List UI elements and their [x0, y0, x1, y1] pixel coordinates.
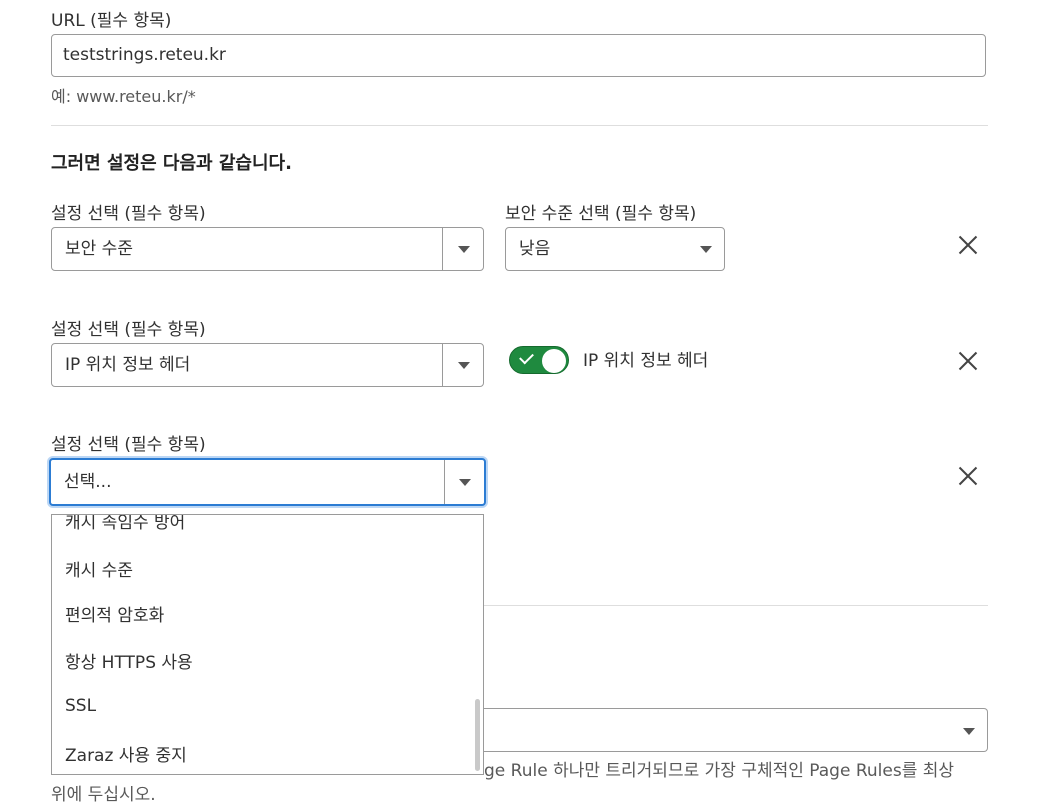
chevron-down-icon	[459, 479, 471, 486]
dropdown-scrollbar[interactable]	[475, 699, 480, 771]
setting-select-1-value: 보안 수준	[65, 239, 133, 259]
setting-select-1[interactable]: 보안 수준	[51, 227, 484, 271]
ip-geolocation-toggle[interactable]	[509, 346, 569, 374]
select-separator	[442, 228, 443, 270]
setting-options-dropdown[interactable]: 캐시 속임수 방어 캐시 수준 편의적 암호화 항상 HTTPS 사용 SSL …	[51, 514, 484, 775]
check-icon	[519, 349, 534, 365]
settings-heading: 그러면 설정은 다음과 같습니다.	[51, 153, 292, 174]
url-label: URL (필수 항목)	[51, 11, 172, 31]
partially-hidden-select[interactable]	[484, 708, 988, 752]
security-level-value: 낮음	[519, 239, 551, 259]
toggle-knob	[542, 349, 566, 373]
ip-geolocation-toggle-label: IP 위치 정보 헤더	[583, 351, 709, 371]
dropdown-option[interactable]: 캐시 속임수 방어	[65, 515, 185, 533]
footnote-line-2: 위에 두십시오.	[51, 785, 156, 804]
select-separator	[444, 460, 445, 504]
close-icon[interactable]	[958, 466, 978, 486]
chevron-down-icon	[458, 246, 470, 253]
close-icon[interactable]	[958, 351, 978, 371]
chevron-down-icon	[963, 728, 975, 735]
setting-select-label-2: 설정 선택 (필수 항목)	[51, 320, 206, 340]
page-rule-form: URL (필수 항목) teststrings.reteu.kr 예: www.…	[0, 0, 1039, 804]
chevron-down-icon	[700, 246, 712, 253]
setting-select-2-value: IP 위치 정보 헤더	[65, 355, 191, 375]
setting-select-label-3: 설정 선택 (필수 항목)	[51, 435, 206, 455]
footnote-line-1: ge Rule 하나만 트리거되므로 가장 구체적인 Page Rules를 최…	[484, 761, 955, 781]
close-icon[interactable]	[958, 235, 978, 255]
url-input[interactable]: teststrings.reteu.kr	[51, 34, 986, 77]
dropdown-option[interactable]: 편의적 암호화	[65, 601, 164, 626]
dropdown-option[interactable]: Zaraz 사용 중지	[65, 741, 187, 766]
setting-select-3[interactable]: 선택...	[49, 458, 486, 506]
setting-select-2[interactable]: IP 위치 정보 헤더	[51, 343, 484, 387]
security-level-label: 보안 수준 선택 (필수 항목)	[505, 204, 697, 224]
section-divider	[484, 605, 988, 606]
security-level-select[interactable]: 낮음	[505, 227, 725, 271]
section-divider	[51, 125, 988, 126]
dropdown-option[interactable]: SSL	[65, 696, 96, 716]
chevron-down-icon	[458, 362, 470, 369]
dropdown-option[interactable]: 항상 HTTPS 사용	[65, 648, 193, 673]
setting-select-label-1: 설정 선택 (필수 항목)	[51, 204, 206, 224]
setting-select-3-placeholder: 선택...	[64, 472, 112, 492]
url-example-hint: 예: www.reteu.kr/*	[51, 87, 196, 106]
dropdown-option[interactable]: 캐시 수준	[65, 556, 133, 581]
select-separator	[442, 344, 443, 386]
